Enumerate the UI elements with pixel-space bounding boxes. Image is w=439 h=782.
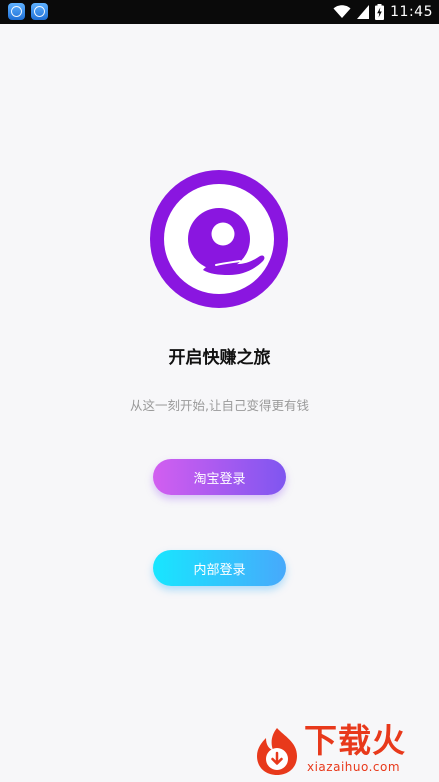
watermark-logo-icon <box>257 728 297 775</box>
watermark-domain: xiazaihuo.com <box>307 760 401 774</box>
status-time: 11:45 <box>390 4 433 20</box>
wifi-icon <box>333 5 351 18</box>
page-subtitle: 从这一刻开始,让自己变得更有钱 <box>130 398 309 413</box>
watermark: 下载火 xiazaihuo.com <box>251 720 433 780</box>
battery-charging-icon <box>375 4 385 20</box>
status-indicators: 11:45 <box>333 2 433 22</box>
app-notification-icon <box>8 3 25 20</box>
app-logo-icon <box>150 170 288 308</box>
signal-icon <box>357 5 370 19</box>
watermark-text: 下载火 <box>304 721 406 760</box>
app-notification-icon <box>31 3 48 20</box>
taobao-login-button[interactable]: 淘宝登录 <box>153 459 286 495</box>
internal-login-button[interactable]: 内部登录 <box>153 550 286 586</box>
status-bar: 11:45 <box>0 0 439 24</box>
page-title: 开启快赚之旅 <box>168 348 271 368</box>
notification-icons <box>8 3 48 20</box>
